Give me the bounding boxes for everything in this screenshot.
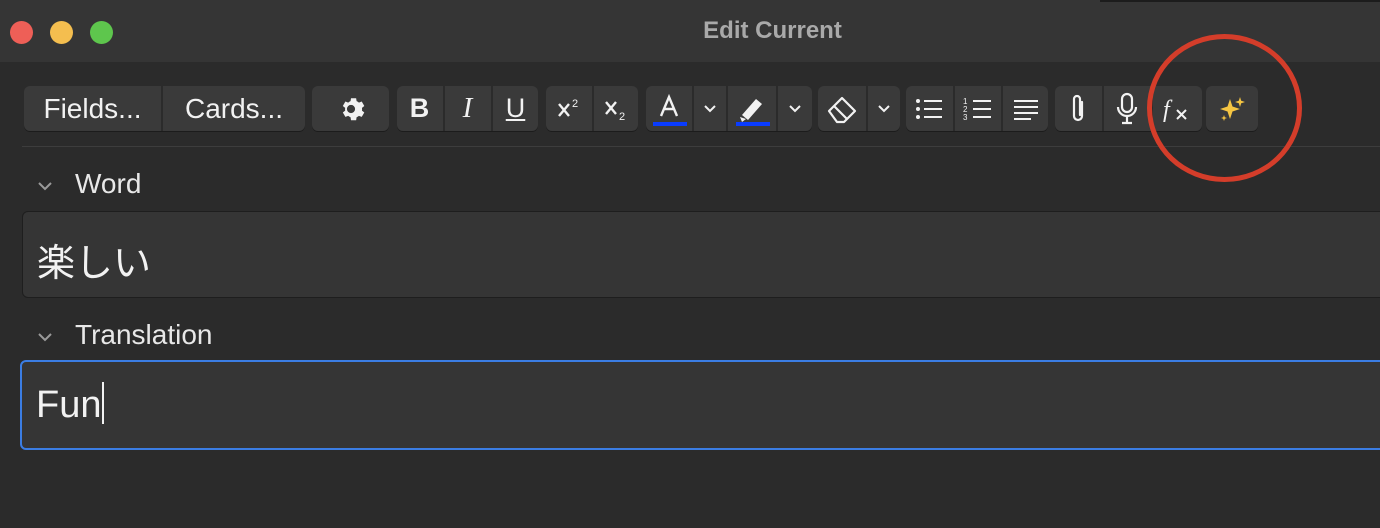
eraser-group [818,86,900,131]
italic-button[interactable]: I [445,86,490,131]
bold-button[interactable]: B [397,86,442,131]
chevron-down-icon [878,104,890,112]
eraser-icon [827,96,857,123]
svg-text:2: 2 [572,98,578,110]
clear-formatting-button[interactable] [818,86,866,131]
fields-button[interactable]: Fields... [24,86,161,131]
paperclip-icon [1072,94,1084,121]
subscript-icon: 2 [605,100,625,123]
superscript-icon: 2 [557,98,578,117]
svg-text:3: 3 [963,113,968,122]
clear-formatting-dropdown[interactable] [868,86,900,131]
text-color-icon [653,93,687,126]
fields-cards-group: Fields... Cards... [24,86,305,131]
collapse-translation-field-icon[interactable] [37,331,53,343]
cards-button[interactable]: Cards... [163,86,305,131]
color-group [646,86,812,131]
unordered-list-button[interactable] [906,86,952,131]
chevron-down-icon [704,104,716,112]
text-style-group: B I U [397,86,538,131]
text-color-dropdown[interactable] [694,86,726,131]
translation-field-label: Translation [75,319,213,350]
gear-icon [342,97,364,120]
list-group: 1 2 3 [906,86,1048,131]
subscript-button[interactable]: 2 [594,86,638,131]
translation-field[interactable]: Fun [20,360,1380,450]
annotation-circle [1147,34,1302,182]
ordered-list-button[interactable]: 1 2 3 [955,86,1000,131]
text-caret [102,382,105,424]
text-color-button[interactable] [646,86,692,131]
highlight-color-button[interactable] [728,86,776,131]
script-group: 2 2 [546,86,638,131]
chevron-down-icon [789,104,801,112]
microphone-icon [1116,92,1138,124]
translation-field-value: Fun [36,384,102,426]
record-audio-button[interactable] [1104,86,1150,131]
highlight-color-dropdown[interactable] [778,86,812,131]
numbered-list-icon: 1 2 3 [963,97,991,122]
translation-field-content: Fun [36,382,105,427]
settings-group [312,86,389,131]
superscript-button[interactable]: 2 [546,86,591,131]
svg-text:2: 2 [619,111,625,123]
underline-button[interactable]: U [493,86,538,131]
highlighter-icon [736,98,770,126]
word-field-value: 楽しい [37,243,152,285]
bullet-list-icon [916,98,942,119]
word-field-label: Word [75,168,142,199]
collapse-word-field-icon[interactable] [37,180,53,192]
text-align-icon [1013,99,1038,120]
attach-button[interactable] [1055,86,1101,131]
align-button[interactable] [1003,86,1048,131]
word-field[interactable]: 楽しい [22,211,1380,298]
settings-button[interactable] [312,86,389,131]
window-title: Edit Current [703,17,842,44]
